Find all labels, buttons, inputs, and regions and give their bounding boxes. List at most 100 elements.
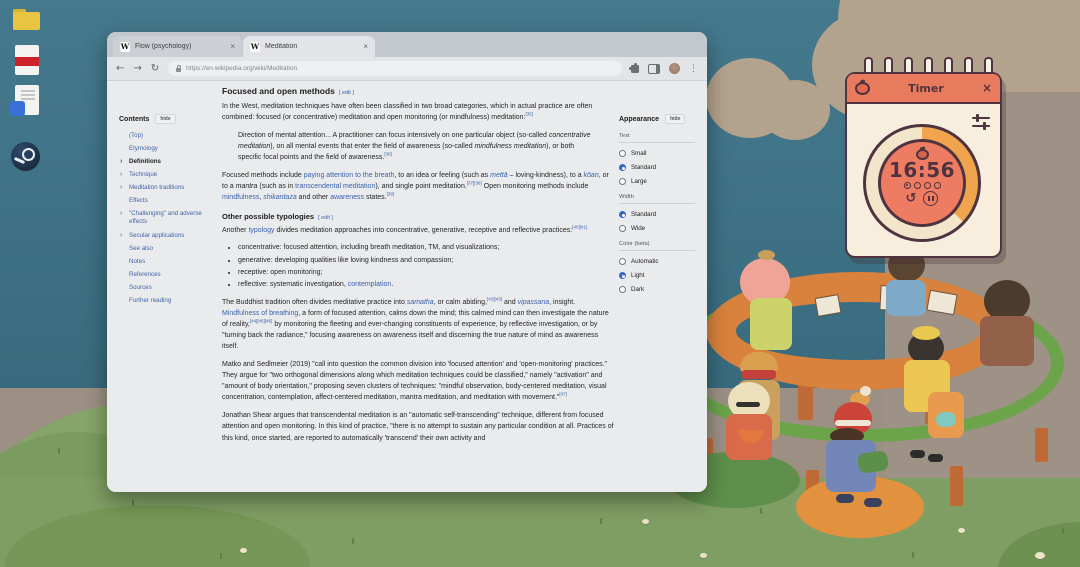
text-segment: , to an idea or feeling (such as (394, 172, 490, 179)
tab-meditation[interactable]: W Meditation × (243, 36, 375, 57)
profile-avatar[interactable] (669, 63, 680, 74)
tab-close-icon[interactable]: × (363, 42, 368, 51)
radio-text-standard[interactable]: Standard (619, 164, 707, 171)
chevron-right-icon[interactable]: › (120, 183, 122, 192)
character-girl-body (886, 280, 926, 316)
chevron-right-icon[interactable]: › (120, 170, 122, 179)
article-link[interactable]: transcendental meditation (295, 183, 375, 190)
character-pink-hat (758, 250, 775, 260)
grass-blade (132, 500, 134, 506)
article-link[interactable]: typology (248, 227, 274, 234)
session-dot (924, 182, 931, 189)
desktop-icon-document-blue[interactable] (13, 85, 43, 117)
text-segment: . (391, 281, 393, 288)
article-link[interactable]: contemplation (348, 281, 392, 288)
radio-color-dark[interactable]: Dark (619, 286, 707, 293)
reference-link[interactable]: [39] (387, 192, 395, 197)
toc-item-further-reading[interactable]: Further reading (119, 297, 219, 305)
character-pink-body (750, 298, 792, 350)
forward-icon[interactable]: → (133, 64, 141, 74)
toc-item-references[interactable]: References (119, 271, 219, 279)
typology-list: concentrative: focused attention, includ… (222, 243, 614, 290)
text-segment: Another (222, 227, 248, 234)
extensions-icon[interactable] (631, 65, 639, 73)
article-link[interactable]: paying attention to the breath (304, 172, 395, 179)
paragraph: Focused methods include paying attention… (222, 170, 614, 203)
reference-link[interactable]: [47] (559, 392, 567, 397)
reference-link[interactable]: [40][41] (572, 225, 587, 230)
grass-blade (58, 448, 60, 454)
text-segment: concentrative: focused attention, includ… (238, 244, 499, 251)
timer-restart-button[interactable]: ↺ (906, 192, 917, 205)
chevron-right-icon[interactable]: › (120, 209, 122, 218)
article-link[interactable]: mettā (490, 172, 508, 179)
edit-link[interactable]: [ edit ] (318, 215, 333, 221)
article-body: Focused and open methods[ edit ] In the … (222, 81, 614, 451)
timer-header[interactable]: Timer × (847, 74, 1000, 104)
grass-blade (352, 538, 354, 544)
chevron-right-icon[interactable]: › (120, 231, 122, 240)
desktop-icon-steam[interactable] (11, 142, 41, 174)
address-bar[interactable]: https://en.wikipedia.org/wiki/Meditation (168, 61, 622, 76)
toc-item-notes[interactable]: Notes (119, 258, 219, 266)
back-icon[interactable]: ← (116, 64, 124, 74)
toc-item-challenging[interactable]: ›"Challenging" and adverse effects (119, 210, 219, 226)
text-segment: by monitoring the fleeting and ever-chan… (222, 321, 598, 350)
toc-item-sources[interactable]: Sources (119, 284, 219, 292)
article-link[interactable]: Mindfulness of breathing (222, 310, 298, 317)
toc-item-technique[interactable]: ›Technique (119, 171, 219, 179)
chevron-right-icon[interactable]: › (120, 157, 122, 166)
radio-width-standard[interactable]: Standard (619, 211, 707, 218)
tomato-icon (855, 82, 870, 95)
article-link[interactable]: mindfulness (222, 194, 259, 201)
timer-pause-button[interactable] (923, 191, 938, 206)
reload-icon[interactable]: ↻ (151, 64, 159, 74)
timer-title: Timer (870, 82, 982, 95)
browser-menu-icon[interactable]: ⋮ (689, 64, 698, 74)
article-link[interactable]: kōan (584, 172, 599, 179)
tab-flow-psychology[interactable]: W Flow (psychology) × (113, 36, 242, 57)
text-segment: ), and single point meditation. (375, 183, 466, 190)
radio-width-wide[interactable]: Wide (619, 225, 707, 232)
radio-text-small[interactable]: Small (619, 150, 707, 157)
edit-link[interactable]: [ edit ] (339, 90, 354, 96)
paragraph: In the West, meditation techniques have … (222, 101, 614, 123)
radio-icon (619, 164, 626, 171)
session-dot (934, 182, 941, 189)
radio-text-large[interactable]: Large (619, 178, 707, 185)
tab-close-icon[interactable]: × (230, 42, 235, 51)
reference-link[interactable]: [35] (526, 112, 534, 117)
radio-color-light[interactable]: Light (619, 272, 707, 279)
toc-item-definitions[interactable]: ›Definitions (119, 158, 219, 166)
text-segment: mindfulness meditation (475, 143, 547, 150)
toc-item-top[interactable]: (Top) (119, 132, 219, 140)
toc-item-etymology[interactable]: Etymology (119, 145, 219, 153)
text-segment: Matko and Sedlmeier (2019) "call into qu… (222, 361, 607, 401)
reference-link[interactable]: [42][43] (487, 297, 502, 302)
grass-blade (760, 508, 762, 514)
color-label: Color (beta) (619, 241, 695, 251)
text-segment: , insight. (549, 299, 575, 306)
timer-close-icon[interactable]: × (982, 82, 992, 94)
reference-link[interactable]: [44][45][46] (250, 319, 273, 324)
contents-hide-button[interactable]: hide (155, 114, 175, 124)
toc-item-secular-applications[interactable]: ›Secular applications (119, 232, 219, 240)
desktop-icon-folder[interactable] (13, 9, 43, 41)
toc-item-meditation-traditions[interactable]: ›Meditation traditions (119, 184, 219, 192)
radio-color-automatic[interactable]: Automatic (619, 258, 707, 265)
article-link[interactable]: shikantaza (263, 194, 296, 201)
toc-item-see-also[interactable]: See also (119, 245, 219, 253)
timer-settings-icon[interactable] (972, 114, 990, 130)
article-link[interactable]: vipassana (518, 299, 550, 306)
article-link[interactable]: awareness (330, 194, 364, 201)
text-segment: receptive: open monitoring; (238, 269, 322, 276)
toc-item-effects[interactable]: Effects (119, 197, 219, 205)
reference-link[interactable]: [36] (384, 152, 392, 157)
cat-head (860, 386, 871, 396)
desktop: W Flow (psychology) × W Meditation × ← →… (0, 0, 1080, 567)
desktop-icon-document-red[interactable] (13, 45, 43, 77)
side-panel-icon[interactable] (648, 64, 660, 74)
article-link[interactable]: samatha (407, 299, 434, 306)
reference-link[interactable]: [37][38] (467, 181, 482, 186)
appearance-hide-button[interactable]: hide (665, 114, 685, 124)
